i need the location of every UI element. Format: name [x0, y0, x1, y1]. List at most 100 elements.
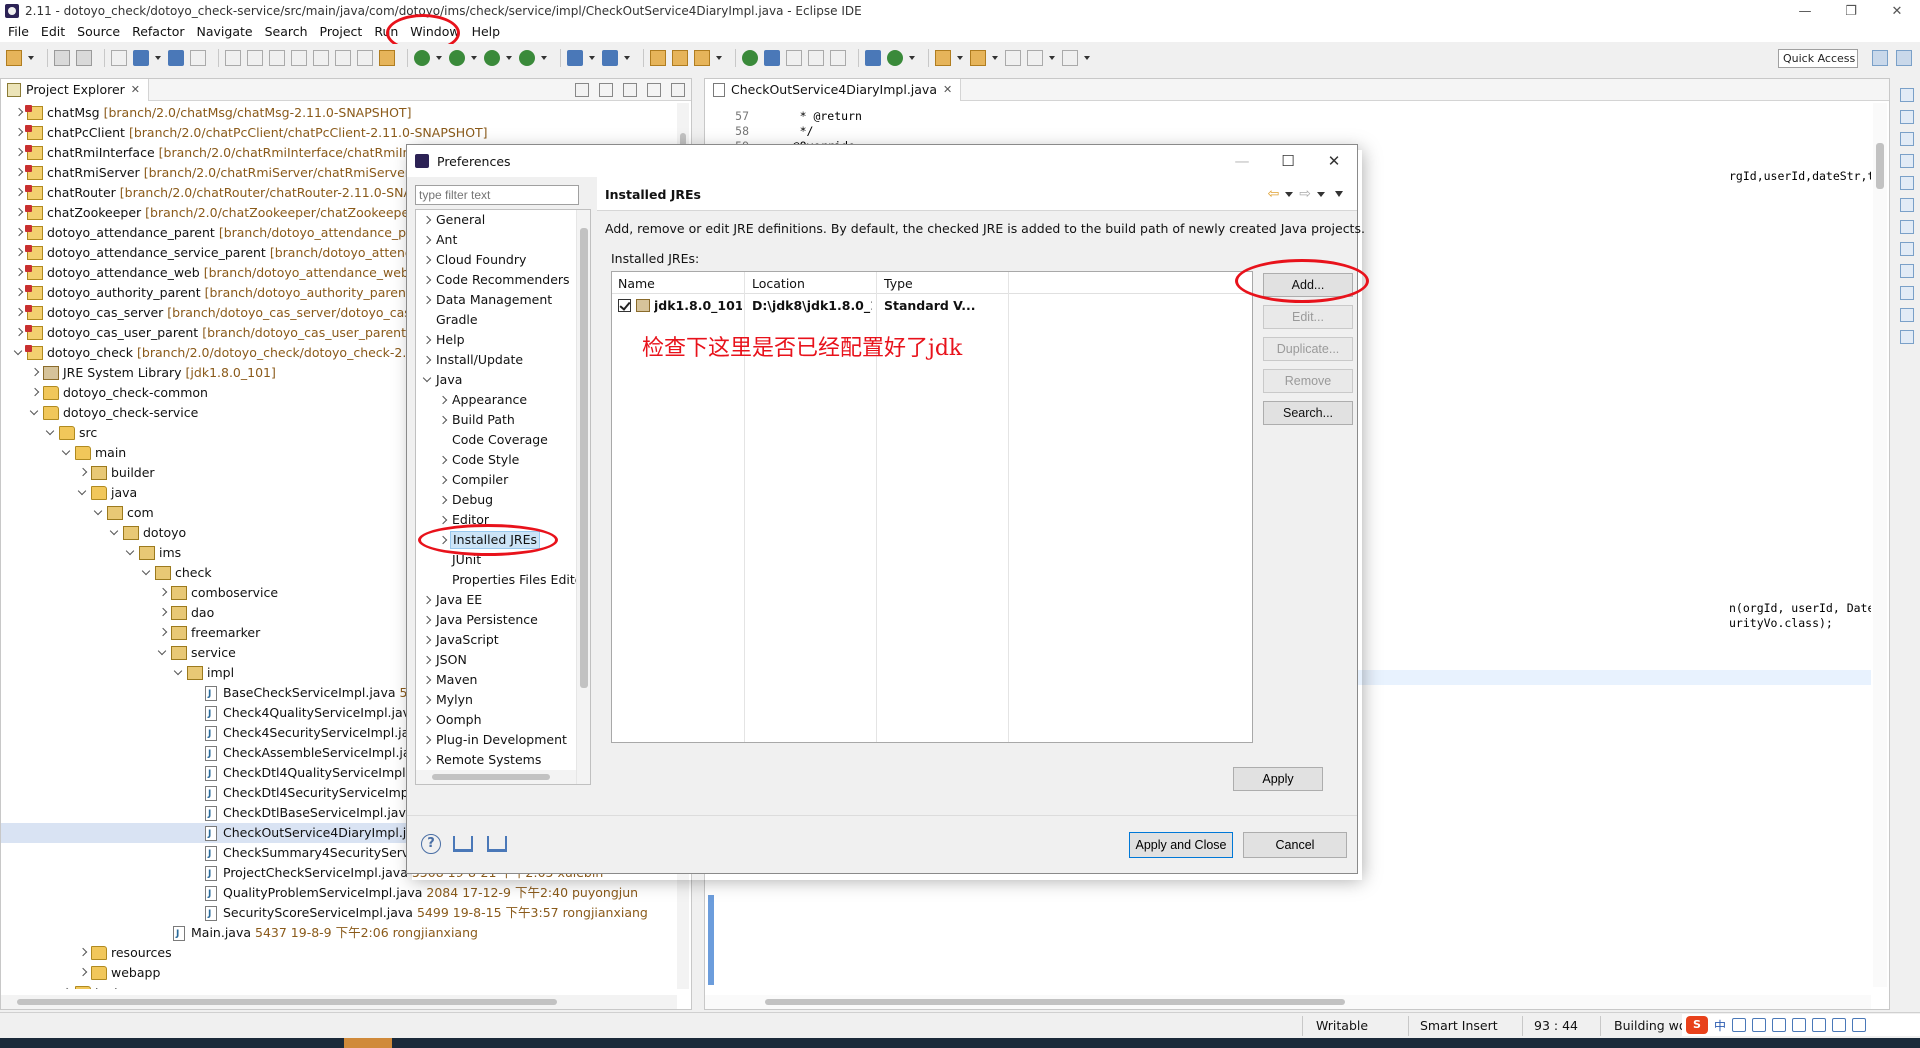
web-browser-icon[interactable]	[865, 50, 881, 66]
git-icon[interactable]	[1900, 308, 1914, 322]
chevron-down-icon[interactable]	[13, 343, 25, 363]
menu-project[interactable]: Project	[314, 22, 369, 42]
chevron-right-icon[interactable]	[422, 330, 434, 350]
pref-node[interactable]: Code Coverage	[416, 430, 576, 450]
view-menu-icon[interactable]	[623, 83, 637, 97]
maximize-icon[interactable]: ☐	[1265, 145, 1311, 177]
ime-mode[interactable]: 中	[1714, 1017, 1726, 1034]
menu-file[interactable]: File	[2, 22, 35, 42]
minimize-icon[interactable]: —	[1782, 0, 1828, 22]
chevron-right-icon[interactable]	[13, 203, 25, 223]
link-with-editor-icon[interactable]	[599, 83, 613, 97]
debug-icon[interactable]	[414, 50, 430, 66]
menu-source[interactable]: Source	[71, 22, 126, 42]
back-icon[interactable]	[1027, 50, 1043, 66]
jre-default-checkbox[interactable]	[618, 299, 631, 312]
pref-node[interactable]: JavaScript	[416, 630, 576, 650]
chevron-right-icon[interactable]	[13, 103, 25, 123]
word-wrap-icon[interactable]	[786, 50, 802, 66]
resume-icon[interactable]	[225, 50, 241, 66]
edit-jre-button[interactable]: Edit...	[1263, 305, 1353, 329]
chevron-down-icon[interactable]	[45, 423, 57, 443]
new-icon[interactable]	[6, 50, 22, 66]
menu-refactor[interactable]: Refactor	[126, 22, 190, 42]
editor-horizontal-scrollbar[interactable]	[705, 995, 1871, 1009]
svn-icon[interactable]	[887, 50, 903, 66]
pref-node[interactable]: Debug	[416, 490, 576, 510]
debug-view-icon[interactable]	[1900, 264, 1914, 278]
save-icon[interactable]	[54, 50, 70, 66]
chevron-right-icon[interactable]	[29, 363, 41, 383]
pref-node[interactable]: Build Path	[416, 410, 576, 430]
chevron-right-icon[interactable]	[422, 630, 434, 650]
apply-and-close-button[interactable]: Apply and Close	[1129, 832, 1233, 858]
grid-icon[interactable]	[1852, 1018, 1867, 1032]
tree-node[interactable]: resources	[1, 943, 677, 963]
chevron-down-icon[interactable]	[1317, 191, 1325, 197]
chevron-down-icon[interactable]	[28, 50, 35, 66]
chevron-right-icon[interactable]	[422, 670, 434, 690]
user-icon[interactable]	[1832, 1018, 1847, 1032]
new-server-icon[interactable]	[567, 50, 583, 66]
chevron-right-icon[interactable]	[422, 350, 434, 370]
chevron-right-icon[interactable]	[13, 323, 25, 343]
chevron-right-icon[interactable]	[77, 463, 89, 483]
console-icon[interactable]	[1900, 154, 1914, 168]
chevron-right-icon[interactable]	[422, 750, 434, 770]
pref-node[interactable]: Properties Files Editor	[416, 570, 576, 590]
step-into-icon[interactable]	[313, 50, 329, 66]
chevron-right-icon[interactable]	[61, 983, 73, 989]
skip-breakpoints-icon[interactable]	[190, 50, 206, 66]
chevron-down-icon[interactable]	[157, 643, 169, 663]
chevron-down-icon[interactable]	[422, 370, 434, 390]
show-whitespace-icon[interactable]	[830, 50, 846, 66]
pref-node[interactable]: Cloud Foundry	[416, 250, 576, 270]
pref-node[interactable]: Help	[416, 330, 576, 350]
pref-node[interactable]: Code Recommenders	[416, 270, 576, 290]
outline-icon[interactable]	[1900, 88, 1914, 102]
import-icon[interactable]	[453, 836, 473, 852]
chevron-right-icon[interactable]	[13, 183, 25, 203]
chevron-down-icon[interactable]	[141, 563, 153, 583]
chevron-right-icon[interactable]	[438, 490, 450, 510]
toggle-breadcrumb-icon[interactable]	[764, 50, 780, 66]
open-task-icon[interactable]	[672, 50, 688, 66]
block-selection-icon[interactable]	[808, 50, 824, 66]
java-ee-perspective-icon[interactable]	[1896, 50, 1912, 66]
preferences-tree-horizontal-scrollbar[interactable]	[416, 770, 576, 784]
keyboard-icon[interactable]	[1792, 1018, 1807, 1032]
history-icon[interactable]	[1900, 220, 1914, 234]
tree-node[interactable]: Main.java5437 19-8-9 下午2:06 rongjianxian…	[1, 923, 677, 944]
chevron-down-icon[interactable]	[624, 50, 631, 66]
chevron-down-icon[interactable]	[173, 663, 185, 683]
moon-icon[interactable]	[1732, 1018, 1747, 1032]
microphone-icon[interactable]	[1772, 1018, 1787, 1032]
column-header-name[interactable]: Name	[618, 276, 655, 291]
chevron-right-icon[interactable]	[438, 410, 450, 430]
tree-node[interactable]: test	[1, 983, 677, 989]
servers-icon[interactable]	[1900, 176, 1914, 190]
run-icon[interactable]	[449, 50, 465, 66]
pref-node[interactable]: Code Style	[416, 450, 576, 470]
punctuation-icon[interactable]	[1752, 1018, 1767, 1032]
help-icon[interactable]: ?	[421, 834, 441, 854]
project-node[interactable]: chatMsg [branch/2.0/chatMsg/chatMsg-2.11.…	[1, 103, 677, 123]
console-icon[interactable]	[168, 50, 184, 66]
pref-node[interactable]: Data Management	[416, 290, 576, 310]
chevron-down-icon[interactable]	[29, 403, 41, 423]
chevron-right-icon[interactable]	[422, 710, 434, 730]
pref-node[interactable]: Oomph	[416, 710, 576, 730]
chevron-down-icon[interactable]	[155, 50, 162, 66]
chevron-right-icon[interactable]	[422, 250, 434, 270]
pref-node[interactable]: Plug-in Development	[416, 730, 576, 750]
progress-icon[interactable]	[1900, 330, 1914, 344]
chevron-right-icon[interactable]	[422, 730, 434, 750]
maximize-icon[interactable]	[671, 83, 685, 97]
chevron-right-icon[interactable]	[77, 943, 89, 963]
remove-jre-button[interactable]: Remove	[1263, 369, 1353, 393]
chevron-right-icon[interactable]	[422, 210, 434, 230]
step-return-icon[interactable]	[357, 50, 373, 66]
search-view-icon[interactable]	[1900, 242, 1914, 256]
filter-input[interactable]	[415, 185, 579, 205]
pref-node[interactable]: Remote Systems	[416, 750, 576, 770]
